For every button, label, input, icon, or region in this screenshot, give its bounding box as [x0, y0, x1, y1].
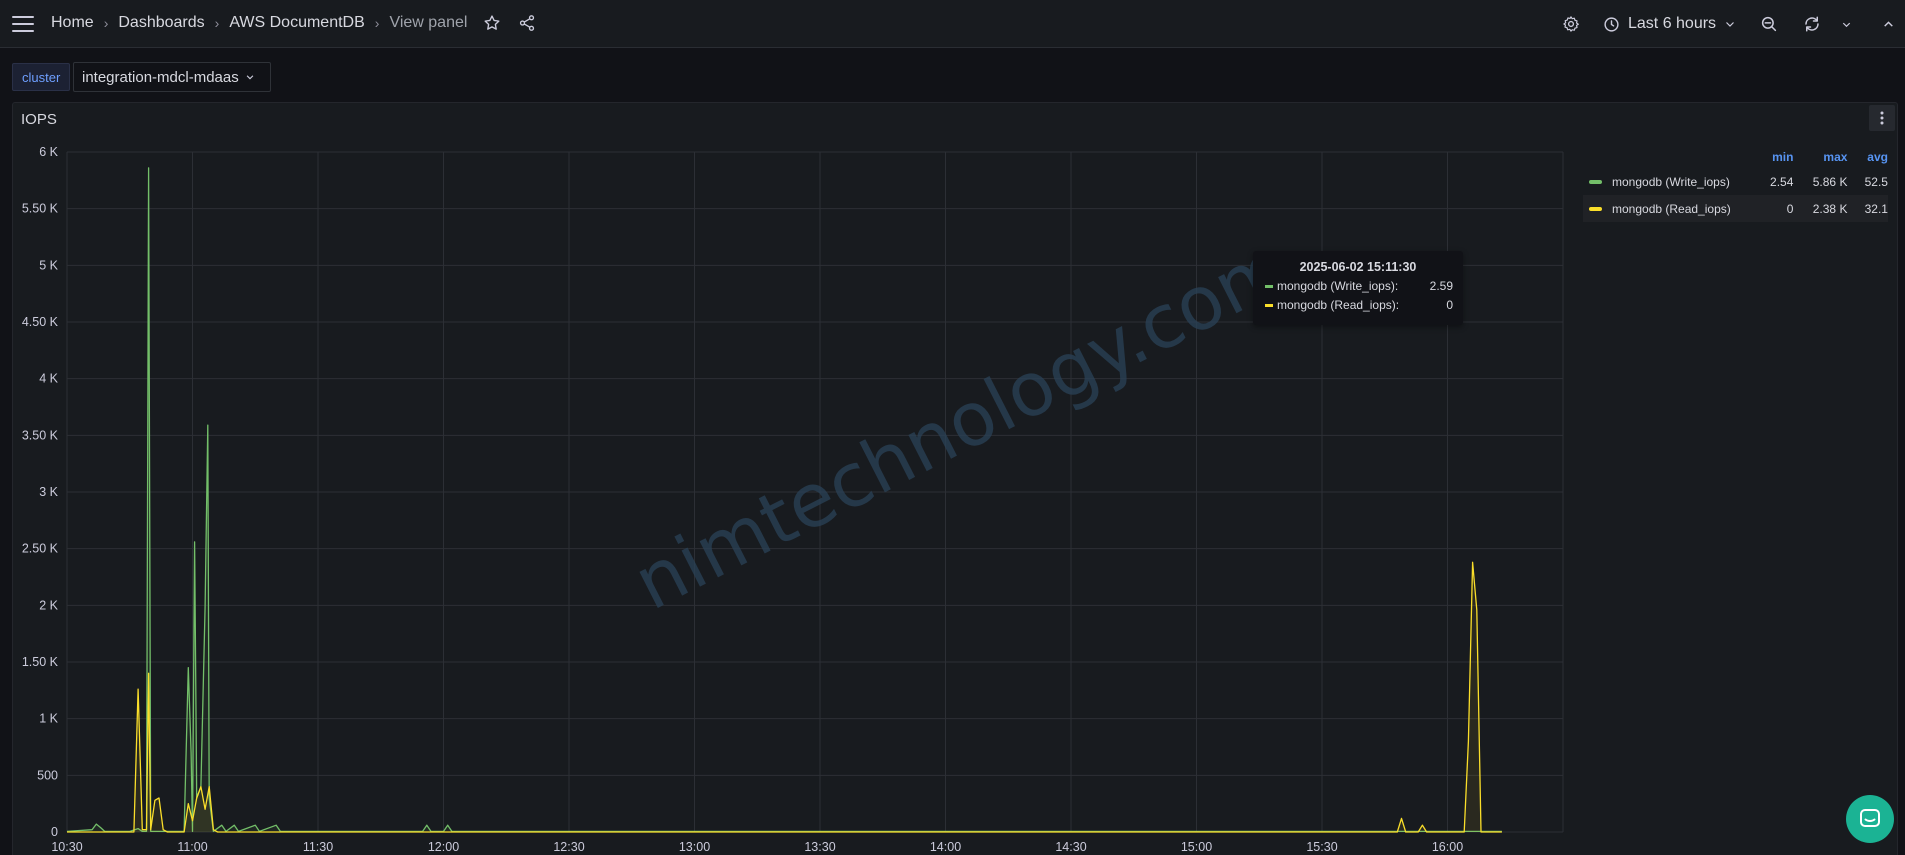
legend-swatch	[1589, 179, 1602, 184]
legend-row-read-iops[interactable]: mongodb (Read_iops) 0 2.38 K 32.1	[1583, 195, 1888, 222]
legend-header-avg[interactable]: avg	[1847, 150, 1888, 164]
x-tick-label: 10:30	[51, 840, 82, 854]
chat-icon	[1858, 807, 1882, 831]
tooltip-swatch	[1265, 303, 1273, 307]
tooltip-value: 2.59	[1429, 279, 1453, 293]
series-area-1	[67, 562, 1502, 832]
tooltip-series-name: mongodb (Write_iops):	[1277, 279, 1399, 293]
y-tick-label: 3.50 K	[22, 428, 59, 442]
legend-min-value: 0	[1786, 201, 1794, 216]
legend-series-name: mongodb (Write_iops)	[1612, 174, 1730, 189]
y-tick-label: 1 K	[39, 712, 58, 726]
x-tick-label: 11:30	[303, 840, 333, 854]
legend-header-max[interactable]: max	[1793, 150, 1847, 164]
tooltip-swatch	[1265, 284, 1273, 288]
series-line-1	[67, 561, 1502, 833]
chart-tooltip: 2025-06-02 15:11:30 mongodb (Write_iops)…	[1253, 251, 1463, 325]
tooltip-series-name: mongodb (Read_iops):	[1277, 298, 1400, 312]
legend-header: min max avg	[1583, 146, 1888, 168]
tooltip-time: 2025-06-02 15:11:30	[1299, 260, 1417, 274]
y-tick-label: 500	[37, 768, 58, 782]
y-tick-label: 4.50 K	[22, 315, 59, 329]
x-tick-label: 11:00	[177, 840, 207, 854]
x-axis: 10:30 11:00 11:30 12:00 12:30 13:00 13:30 14:00…	[51, 840, 1463, 854]
y-tick-label: 5 K	[39, 258, 58, 272]
legend-max-value: 5.86 K	[1812, 174, 1848, 189]
y-tick-label: 6 K	[39, 145, 58, 159]
legend-avg-value: 32.1	[1864, 201, 1888, 216]
y-tick-label: 2 K	[39, 598, 58, 612]
y-tick-label: 3 K	[39, 485, 58, 499]
x-tick-label: 13:30	[804, 840, 835, 854]
legend-header-min[interactable]: min	[1747, 150, 1793, 164]
y-tick-label: 2.50 K	[22, 542, 59, 556]
tooltip-row-read: mongodb (Read_iops): 0	[1265, 298, 1453, 312]
iops-chart[interactable]: 0 500 1 K 1.50 K 2 K 2.50 K 3 K 3.50 K 4 K 4.50 K…	[0, 0, 1905, 855]
legend-max-value: 2.38 K	[1812, 201, 1848, 216]
chat-support-button[interactable]	[1846, 795, 1894, 843]
x-tick-label: 12:30	[553, 840, 584, 854]
y-tick-label: 0	[51, 825, 58, 839]
x-tick-label: 16:00	[1432, 840, 1463, 854]
legend-avg-value: 52.5	[1864, 174, 1888, 189]
x-tick-label: 13:00	[679, 840, 710, 854]
y-axis: 0 500 1 K 1.50 K 2 K 2.50 K 3 K 3.50 K 4 K 4.50 K…	[22, 145, 59, 839]
tooltip-row-write: mongodb (Write_iops): 2.59	[1265, 279, 1453, 293]
x-tick-label: 12:00	[428, 840, 459, 854]
x-tick-label: 15:00	[1181, 840, 1212, 854]
legend-series-name: mongodb (Read_iops)	[1612, 201, 1731, 216]
tooltip-value: 0	[1446, 298, 1453, 312]
x-tick-label: 15:30	[1306, 840, 1337, 854]
legend-row-write-iops[interactable]: mongodb (Write_iops) 2.54 5.86 K 52.5	[1583, 168, 1888, 195]
x-tick-label: 14:30	[1055, 840, 1086, 854]
legend-table: min max avg mongodb (Write_iops) 2.54 5.…	[1583, 146, 1888, 222]
legend-min-value: 2.54	[1770, 174, 1794, 189]
y-tick-label: 4 K	[39, 372, 58, 386]
x-tick-label: 14:00	[930, 840, 961, 854]
y-tick-label: 1.50 K	[22, 655, 59, 669]
y-tick-label: 5.50 K	[22, 202, 59, 216]
legend-swatch	[1589, 206, 1602, 211]
